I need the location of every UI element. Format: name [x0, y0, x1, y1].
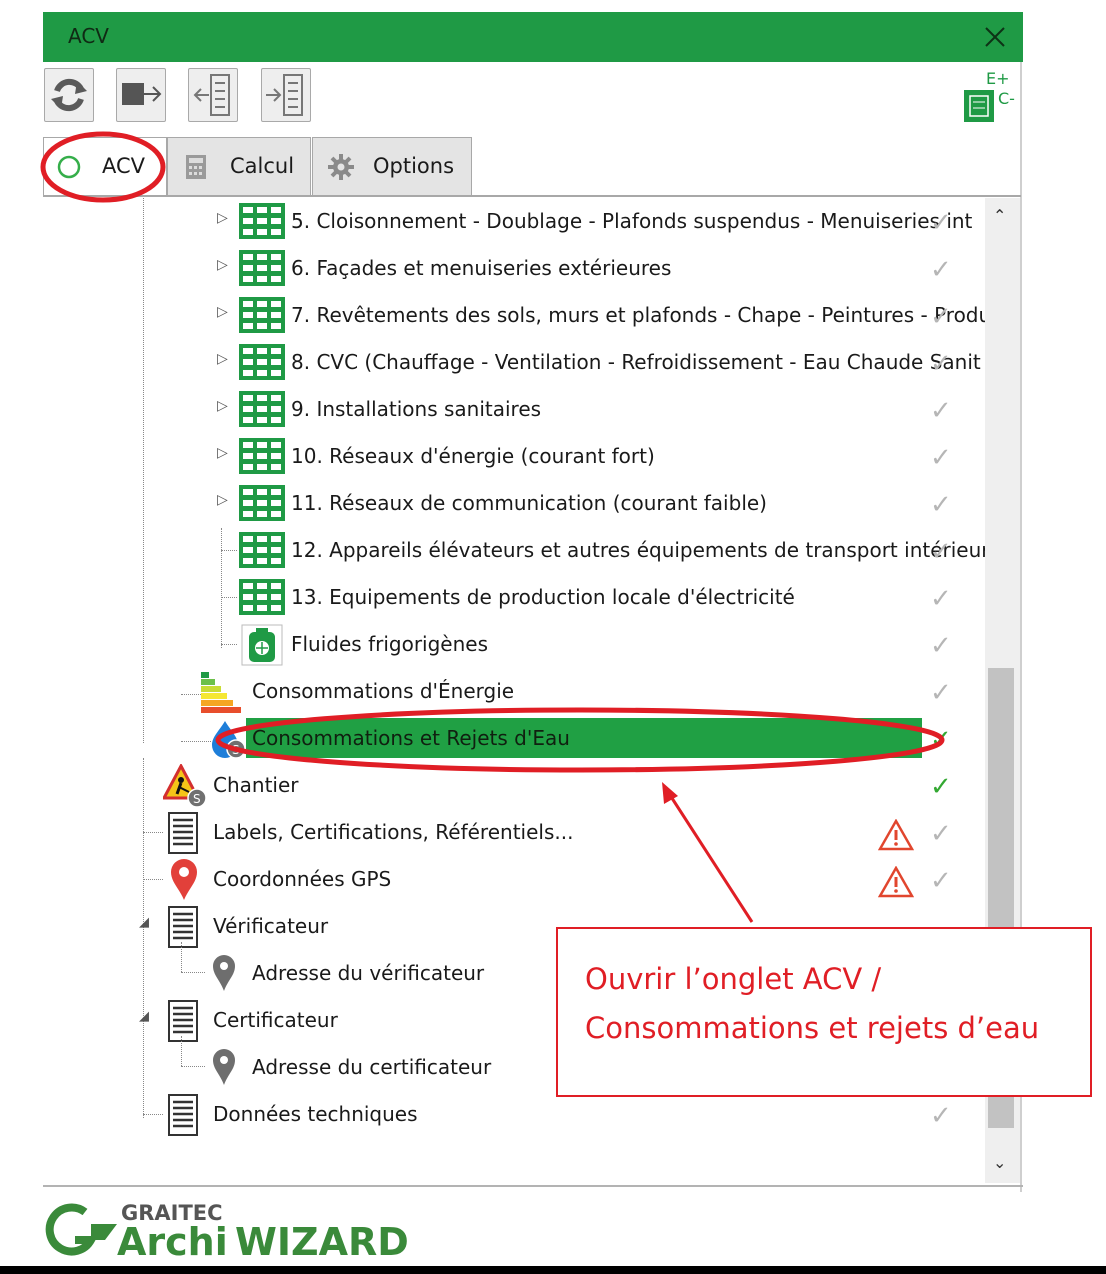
annotation-circle-tab	[40, 131, 166, 203]
callout-line-2: Consommations et rejets d’eau	[585, 1011, 1040, 1045]
annotation-circle-item	[215, 707, 945, 773]
annotation-arrow	[666, 791, 754, 923]
annotation-arrowhead	[662, 782, 678, 804]
callout-line-1: Ouvrir l’onglet ACV /	[585, 962, 882, 996]
annotation-callout: Ouvrir l’onglet ACV / Consommations et r…	[556, 927, 1092, 1097]
